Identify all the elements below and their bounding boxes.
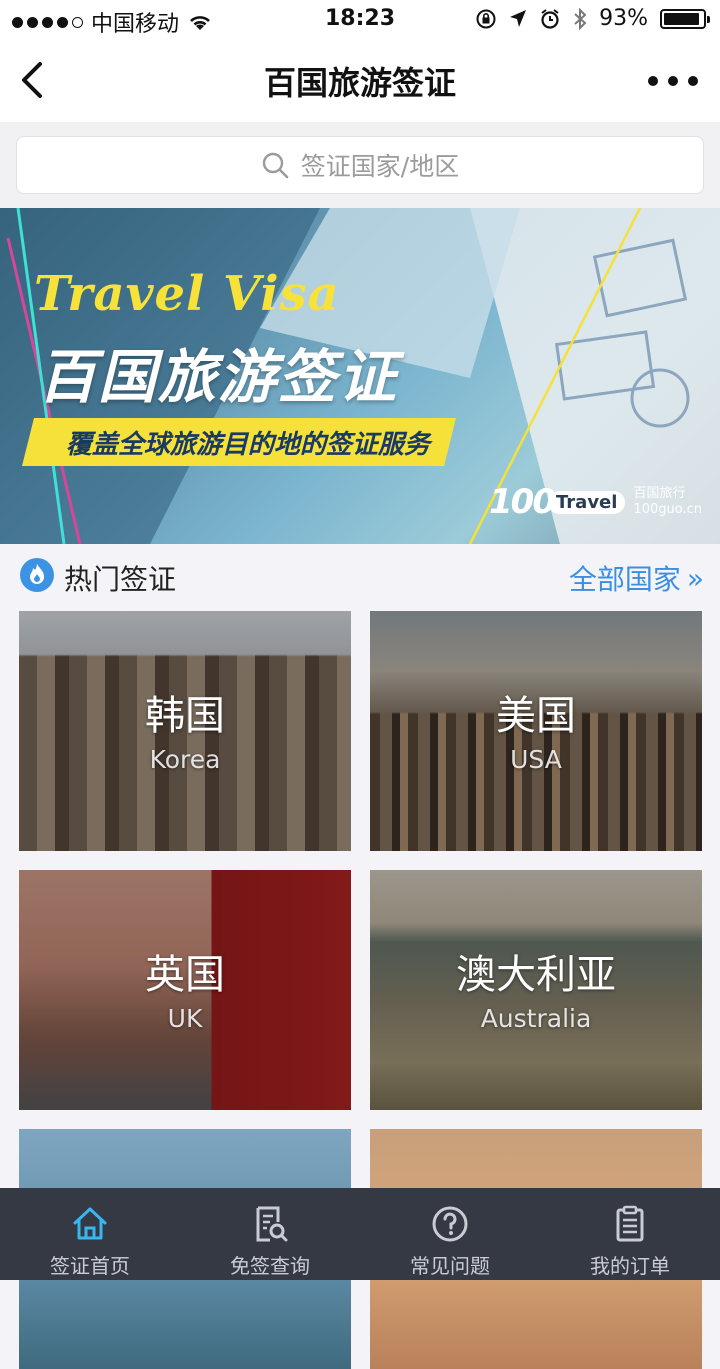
- tab-my-orders[interactable]: 我的订单: [540, 1188, 720, 1280]
- country-name-cn: 韩国: [145, 693, 225, 739]
- nav-bar: 百国旅游签证: [0, 40, 720, 122]
- country-name-en: UK: [167, 1004, 203, 1033]
- banner-ribbon: 覆盖全球旅游目的地的签证服务: [22, 418, 456, 466]
- country-name-en: USA: [510, 745, 562, 774]
- country-name-cn: 澳大利亚: [456, 952, 616, 998]
- alarm-icon: [541, 8, 559, 29]
- rotation-lock-icon: [476, 9, 496, 28]
- tab-label: 我的订单: [590, 1254, 670, 1278]
- brand-logo: 100 Travel 百国旅行 100guo.cn: [489, 482, 702, 522]
- tab-label: 签证首页: [50, 1254, 130, 1278]
- bluetooth-icon: [574, 7, 587, 30]
- search-placeholder: 签证国家/地区: [300, 152, 460, 181]
- promo-banner[interactable]: Travel Visa 百国旅游签证 覆盖全球旅游目的地的签证服务 100 Tr…: [0, 208, 720, 544]
- status-bar: 中国移动 18:23 93%: [0, 0, 720, 40]
- more-dots-icon: [648, 76, 658, 86]
- double-chevron-right-icon: »: [686, 561, 704, 595]
- search-area: 签证国家/地区: [0, 122, 720, 208]
- country-name-en: Australia: [480, 1004, 592, 1033]
- battery-level: [664, 12, 699, 25]
- status-right: 93%: [475, 6, 710, 31]
- country-name-en: Korea: [149, 745, 221, 774]
- tab-label: 免签查询: [230, 1254, 310, 1278]
- all-countries-label: 全部国家: [568, 563, 681, 596]
- country-name-cn: 英国: [145, 952, 225, 998]
- tab-visa-free-search[interactable]: 免签查询: [180, 1188, 360, 1280]
- banner-ribbon-text: 覆盖全球旅游目的地的签证服务: [66, 429, 431, 460]
- tab-bar: 签证首页 免签查询 常见问题 我的订单: [0, 1188, 720, 1280]
- logo-cn: 百国旅行: [633, 486, 686, 501]
- hot-visa-header: 热门签证 全部国家 »: [0, 544, 720, 610]
- battery-percent: 93%: [599, 6, 648, 31]
- flame-icon: [20, 558, 54, 592]
- country-card-korea[interactable]: 韩国 Korea: [19, 611, 351, 851]
- banner-tagline: Travel Visa: [34, 266, 340, 322]
- document-search-icon: [256, 1206, 288, 1242]
- banner-title: 百国旅游签证: [38, 343, 399, 411]
- logo-number: 100: [489, 482, 556, 522]
- logo-url: 100guo.cn: [633, 502, 702, 517]
- all-countries-link[interactable]: 全部国家 »: [569, 558, 704, 598]
- country-card-usa[interactable]: 美国 USA: [370, 611, 702, 851]
- search-input[interactable]: 签证国家/地区: [16, 136, 704, 194]
- country-card-uk[interactable]: 英国 UK: [19, 870, 351, 1110]
- logo-word: Travel: [548, 490, 626, 514]
- question-icon: [432, 1206, 468, 1242]
- battery-icon: [660, 8, 710, 29]
- location-icon: [510, 9, 527, 27]
- home-icon: [73, 1207, 107, 1240]
- country-card-australia[interactable]: 澳大利亚 Australia: [370, 870, 702, 1110]
- tab-visa-home[interactable]: 签证首页: [0, 1188, 180, 1280]
- search-icon: [262, 152, 289, 179]
- more-button[interactable]: [648, 66, 698, 96]
- section-title: 热门签证: [64, 563, 177, 596]
- clipboard-icon: [616, 1205, 644, 1242]
- page-title: 百国旅游签证: [263, 64, 456, 102]
- logo-text: 百国旅行 100guo.cn: [633, 486, 702, 518]
- country-name-cn: 美国: [496, 693, 576, 739]
- tab-faq[interactable]: 常见问题: [360, 1188, 540, 1280]
- tab-label: 常见问题: [410, 1254, 490, 1278]
